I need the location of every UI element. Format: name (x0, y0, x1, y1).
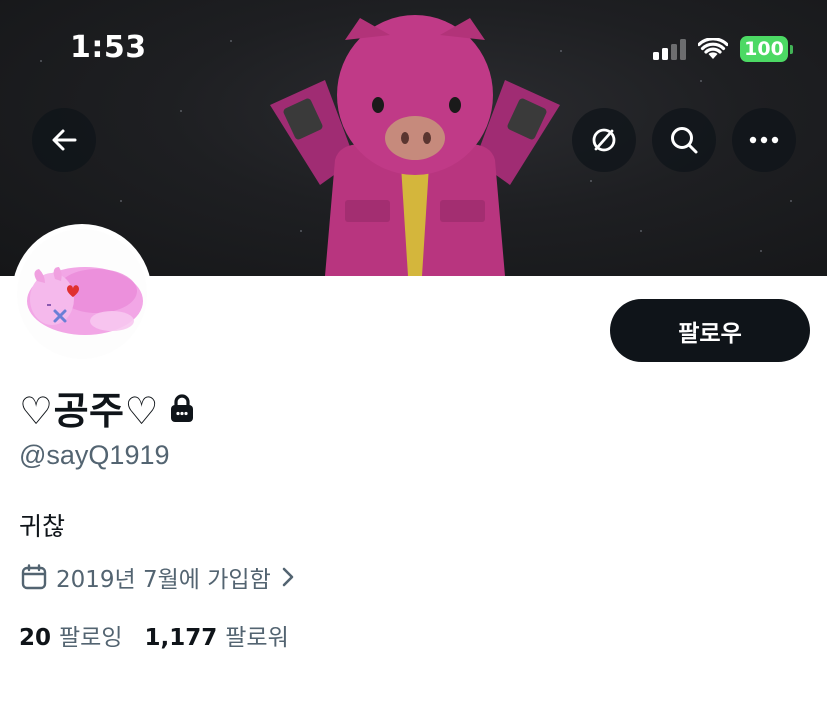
user-handle: @sayQ1919 (19, 440, 170, 470)
more-icon (749, 136, 779, 144)
wifi-icon (698, 38, 728, 59)
lock-icon (171, 393, 194, 422)
following-label: 팔로잉 (59, 625, 123, 651)
search-button[interactable] (652, 108, 716, 172)
status-icons: 100 (653, 36, 793, 62)
joined-date-row[interactable]: 2019년 7월에 가입함 (20, 560, 297, 594)
display-name: ♡공주♡ (19, 389, 160, 433)
battery-indicator: 100 (740, 36, 793, 62)
hide-button[interactable] (572, 108, 636, 172)
avatar-image (27, 267, 143, 335)
hide-icon (592, 128, 616, 152)
profile-banner[interactable]: 1:53 100 (0, 0, 827, 276)
profile-bio: 귀찮 (19, 512, 66, 541)
following-count: 20 (19, 625, 52, 651)
chevron-right-icon (282, 567, 294, 587)
calendar-icon (21, 564, 47, 590)
cellular-signal-icon (653, 38, 686, 60)
search-icon (671, 127, 698, 154)
followers-count: 1,177 (144, 625, 218, 651)
more-button[interactable] (732, 108, 796, 172)
display-name-row: ♡공주♡ (19, 380, 195, 435)
joined-date: 2019년 7월에 가입함 (56, 567, 271, 593)
following-link[interactable]: 20 팔로잉 (19, 618, 123, 652)
battery-level: 100 (740, 36, 788, 62)
profile-avatar[interactable] (12, 224, 152, 364)
followers-link[interactable]: 1,177 팔로워 (145, 618, 289, 652)
back-arrow-icon (52, 129, 77, 151)
status-time: 1:53 (70, 30, 147, 65)
follow-button[interactable]: 팔로우 (610, 299, 810, 362)
follow-stats: 20 팔로잉 1,177 팔로워 (19, 618, 289, 652)
followers-label: 팔로워 (225, 625, 289, 651)
back-button[interactable] (32, 108, 96, 172)
pig-mascot-image (270, 15, 560, 276)
